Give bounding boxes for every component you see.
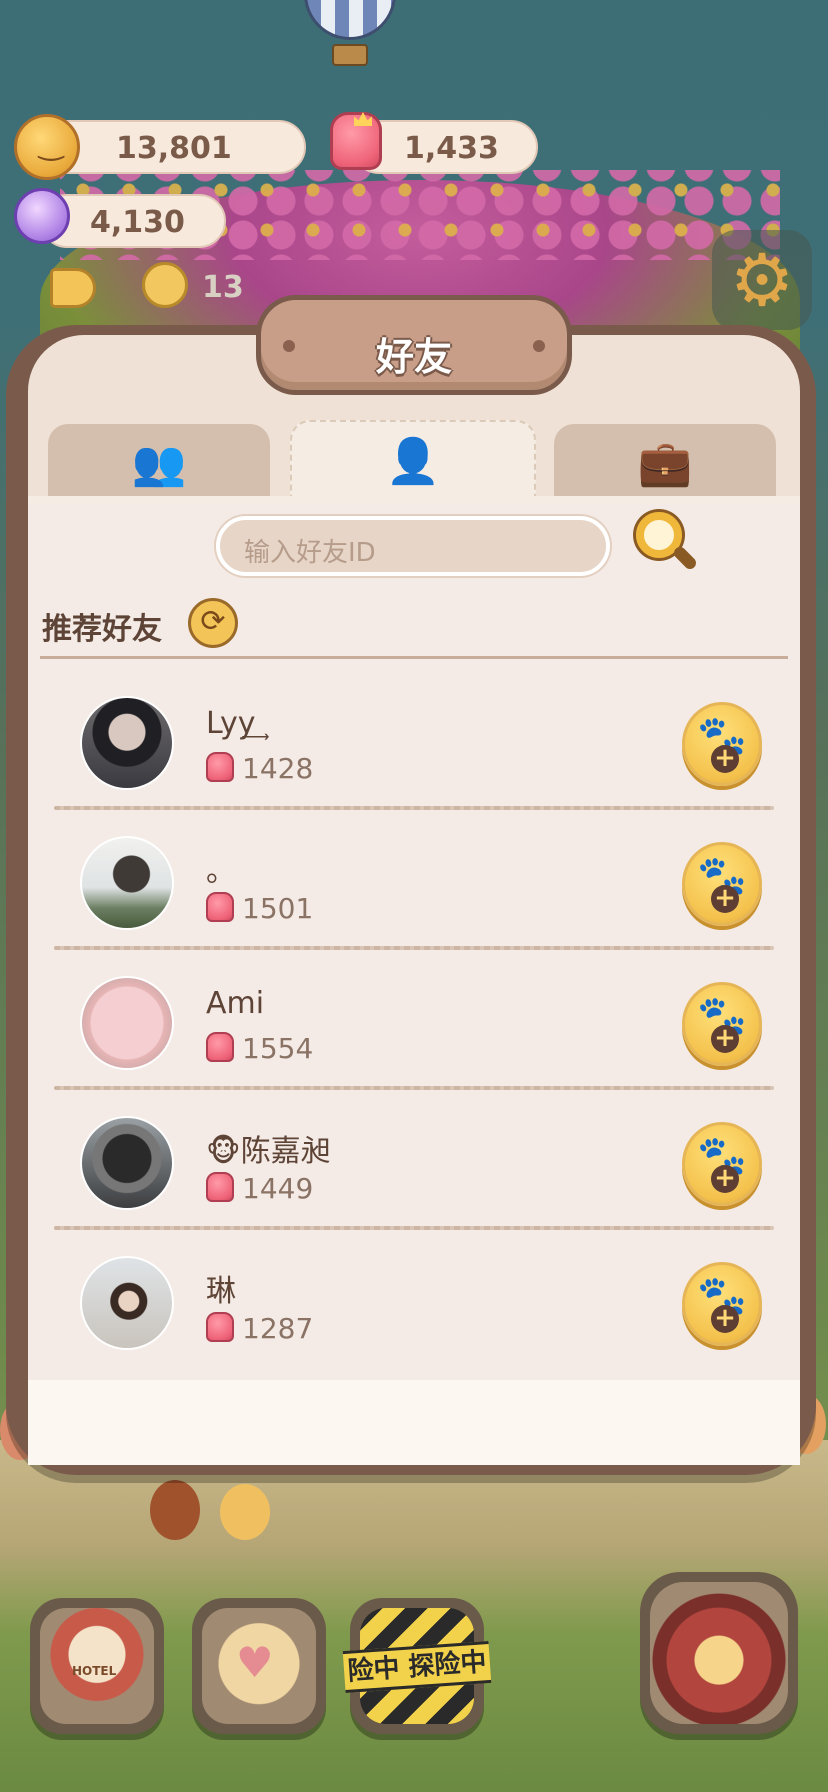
friend-row: 🐵陈嘉昶 1449 🐾 + — [28, 1116, 800, 1256]
row-separator — [54, 946, 774, 950]
friend-score: 1501 — [242, 892, 314, 925]
row-separator — [54, 806, 774, 810]
hot-air-balloon — [290, 0, 410, 90]
add-friend-icon: 👤 — [385, 436, 441, 487]
add-friend-button[interactable]: 🐾 + — [682, 1262, 762, 1346]
friends-icon: 👥 — [131, 438, 187, 489]
jelly-value: 1,433 — [404, 131, 499, 166]
friend-score: 1428 — [242, 752, 314, 785]
search-placeholder: 输入好友ID — [244, 538, 376, 568]
friend-name: 琳 — [206, 1274, 236, 1309]
add-friend-button[interactable]: 🐾 + — [682, 702, 762, 786]
panel-title: 好友 — [375, 335, 452, 379]
recommended-friends-title: 推荐好友 — [42, 612, 162, 647]
avatar[interactable] — [80, 1116, 174, 1210]
search-icon-handle — [671, 544, 699, 572]
friend-row: Ami 1554 🐾 + — [28, 976, 800, 1116]
plus-icon: + — [711, 1165, 739, 1193]
gear-icon: ⚙ — [729, 238, 795, 322]
jelly-score-icon — [206, 752, 234, 782]
character-cookie — [220, 1484, 270, 1540]
briefcase-icon: 💼 — [637, 438, 693, 489]
friend-row: Lyy͢ 1428 🐾 + — [28, 696, 800, 836]
search-button[interactable] — [636, 512, 699, 576]
plus-icon: + — [711, 885, 739, 913]
friend-score: 1287 — [242, 1312, 314, 1345]
coin-value: 13,801 — [116, 131, 232, 166]
candy-value: 4,130 — [90, 205, 185, 240]
hotel-label: HOTEL — [72, 1664, 117, 1678]
section-divider — [40, 656, 788, 659]
friend-name: 🐵陈嘉昶 — [206, 1134, 331, 1169]
add-friend-button[interactable]: 🐾 + — [682, 982, 762, 1066]
tabs-base — [28, 496, 800, 504]
tab-briefcase[interactable]: 💼 — [554, 424, 776, 500]
jelly-score-icon — [206, 892, 234, 922]
plus-icon: + — [711, 745, 739, 773]
candy-icon — [14, 188, 70, 244]
friend-name: Ami — [206, 986, 265, 1021]
refresh-button[interactable]: ⟳ — [188, 598, 238, 648]
jelly-score-icon — [206, 1312, 234, 1342]
panel-footer — [28, 1380, 800, 1465]
circus-tent-icon — [650, 1582, 788, 1724]
megaphone-icon — [50, 268, 96, 308]
coin-icon — [14, 114, 80, 180]
refresh-icon: ⟳ — [200, 604, 226, 639]
friend-name: 。 — [206, 854, 236, 889]
ticket-count: 13 — [202, 270, 244, 305]
tab-friends[interactable]: 👥 — [48, 424, 270, 500]
jelly-score-icon — [206, 1032, 234, 1062]
adventure-button[interactable]: 险中 探险中 — [342, 1598, 492, 1734]
hotel-button[interactable]: HOTEL — [30, 1598, 164, 1734]
jelly-score-icon — [206, 1172, 234, 1202]
diary-button[interactable]: ♥ — [192, 1598, 326, 1734]
friend-score: 1449 — [242, 1172, 314, 1205]
row-separator — [54, 1086, 774, 1090]
plus-icon: + — [711, 1305, 739, 1333]
plus-icon: + — [711, 1025, 739, 1053]
chick-icon — [142, 262, 188, 308]
add-friend-button[interactable]: 🐾 + — [682, 842, 762, 926]
announcement-bar[interactable]: 13 — [30, 262, 280, 312]
friend-name: Lyy͢ — [206, 706, 256, 741]
settings-button[interactable]: ⚙ — [712, 230, 812, 330]
heart-icon: ♥ — [236, 1638, 274, 1687]
friend-row: 琳 1287 🐾 + — [28, 1256, 800, 1396]
avatar[interactable] — [80, 1256, 174, 1350]
character-gingerbread — [150, 1480, 200, 1540]
avatar[interactable] — [80, 696, 174, 790]
avatar[interactable] — [80, 836, 174, 930]
panel-title-plate: 好友 — [256, 295, 572, 395]
friend-row: 。 1501 🐾 + — [28, 836, 800, 976]
avatar[interactable] — [80, 976, 174, 1070]
friend-id-search-input[interactable]: 输入好友ID — [216, 516, 610, 576]
circus-button[interactable] — [640, 1572, 798, 1734]
tab-add-friend[interactable]: 👤 — [290, 420, 536, 500]
row-separator — [54, 1226, 774, 1230]
add-friend-button[interactable]: 🐾 + — [682, 1122, 762, 1206]
friend-score: 1554 — [242, 1032, 314, 1065]
